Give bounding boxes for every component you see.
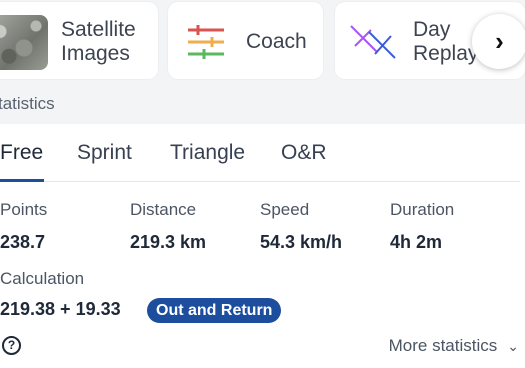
more-statistics-button[interactable]: More statistics ⌄ (389, 336, 519, 356)
stat-label: Duration (390, 200, 455, 219)
day-replay-label: Day Replay (413, 18, 479, 65)
tab-o-and-r[interactable]: O&R (281, 141, 327, 165)
coach-card[interactable]: Coach (168, 2, 323, 79)
satellite-images-label: Satellite Images (61, 18, 136, 65)
stat-label: Points (0, 200, 48, 219)
satellite-thumbnail-icon (0, 15, 48, 70)
gliders-icon (350, 25, 396, 59)
active-tab-indicator (0, 179, 44, 182)
stat-value: 4h 2m (390, 232, 443, 252)
tab-sprint[interactable]: Sprint (77, 141, 132, 165)
satellite-images-card[interactable]: Satellite Images (0, 2, 158, 79)
calculation-label: Calculation (0, 269, 85, 288)
tool-cards-row: Satellite Images Coach Day Replay › (0, 0, 525, 88)
statistics-panel: Free Sprint Triangle O&R Points 238.7 Di… (0, 124, 525, 368)
coach-label: Coach (246, 30, 307, 53)
chevron-right-icon: › (495, 26, 504, 56)
stat-value: 238.7 (0, 232, 46, 252)
sliders-icon (188, 25, 224, 59)
stat-value: 54.3 km/h (260, 232, 343, 252)
tab-triangle[interactable]: Triangle (170, 141, 245, 165)
stat-label: Speed (260, 200, 310, 219)
tab-free[interactable]: Free (0, 141, 43, 165)
scroll-next-button[interactable]: › (472, 14, 525, 69)
chevron-down-icon: ⌄ (507, 337, 519, 354)
stat-distance: Distance 219.3 km (130, 200, 206, 253)
route-type-badge: Out and Return (147, 298, 282, 323)
section-title: tatistics (0, 94, 55, 113)
stat-label: Distance (130, 200, 197, 219)
stat-speed: Speed 54.3 km/h (260, 200, 342, 253)
stat-value: 219.3 km (130, 232, 207, 252)
statistics-tabs: Free Sprint Triangle O&R (0, 124, 520, 182)
stat-duration: Duration 4h 2m (390, 200, 454, 253)
help-icon[interactable]: ? (2, 336, 21, 355)
more-statistics-label: More statistics (388, 336, 498, 355)
stat-points: Points 238.7 (0, 200, 47, 253)
calculation-value: 219.38 + 19.33 (0, 299, 121, 319)
